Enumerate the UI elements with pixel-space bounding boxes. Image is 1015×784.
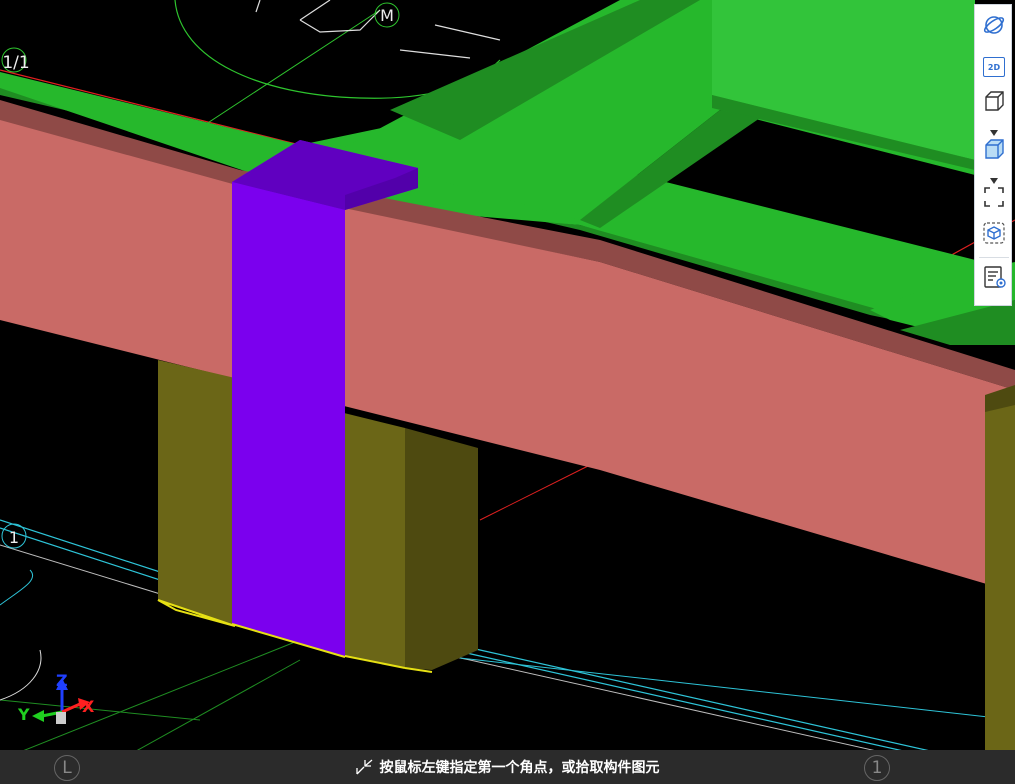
status-message: 按鼠标左键指定第一个角点，或拾取构件图元 [0, 750, 1015, 784]
zoom-extent-icon [982, 185, 1006, 214]
axis-y-label: Y [17, 705, 30, 724]
orbit-button[interactable] [980, 13, 1008, 41]
view-2d-button[interactable]: 2D [980, 53, 1008, 81]
column-right[interactable] [985, 385, 1015, 750]
column-middle[interactable] [339, 412, 478, 673]
toolbar-separator [979, 257, 1009, 258]
view-3d-box-button[interactable] [980, 89, 1008, 117]
status-message-text: 按鼠标左键指定第一个角点，或拾取构件图元 [379, 760, 660, 776]
grid-label-1: 1 [9, 528, 19, 547]
zoom-extent-button[interactable] [980, 185, 1008, 213]
view-3d-box-icon [982, 89, 1006, 118]
property-view-icon [982, 265, 1006, 294]
grid-label-1-1: 1/1 [2, 53, 29, 73]
status-bar: L 1 按鼠标左键指定第一个角点，或拾取构件图元 [0, 750, 1015, 784]
column-left[interactable] [157, 360, 236, 627]
view-3d-dropdown-arrow[interactable] [990, 123, 998, 136]
view-toolbar: 2D [974, 4, 1012, 306]
property-view-button[interactable] [980, 265, 1008, 293]
axis-x-label: X [82, 697, 95, 716]
grid-label-m: M [380, 6, 394, 25]
orbit-icon [982, 13, 1006, 42]
display-mode-button[interactable] [980, 137, 1008, 165]
corner-pick-icon [355, 759, 374, 775]
view-2d-label: 2D [987, 62, 1001, 72]
view-2d-icon: 2D [983, 57, 1005, 77]
display-mode-icon [982, 137, 1006, 166]
select-cube-button[interactable] [980, 221, 1008, 249]
3d-viewport[interactable]: M 1/1 1 Z X Y [0, 0, 1015, 784]
axis-z-label: Z [56, 671, 68, 690]
select-cube-icon [982, 221, 1006, 250]
display-mode-dropdown-arrow[interactable] [990, 171, 998, 184]
scene-canvas[interactable]: M 1/1 1 Z X Y [0, 0, 1015, 784]
